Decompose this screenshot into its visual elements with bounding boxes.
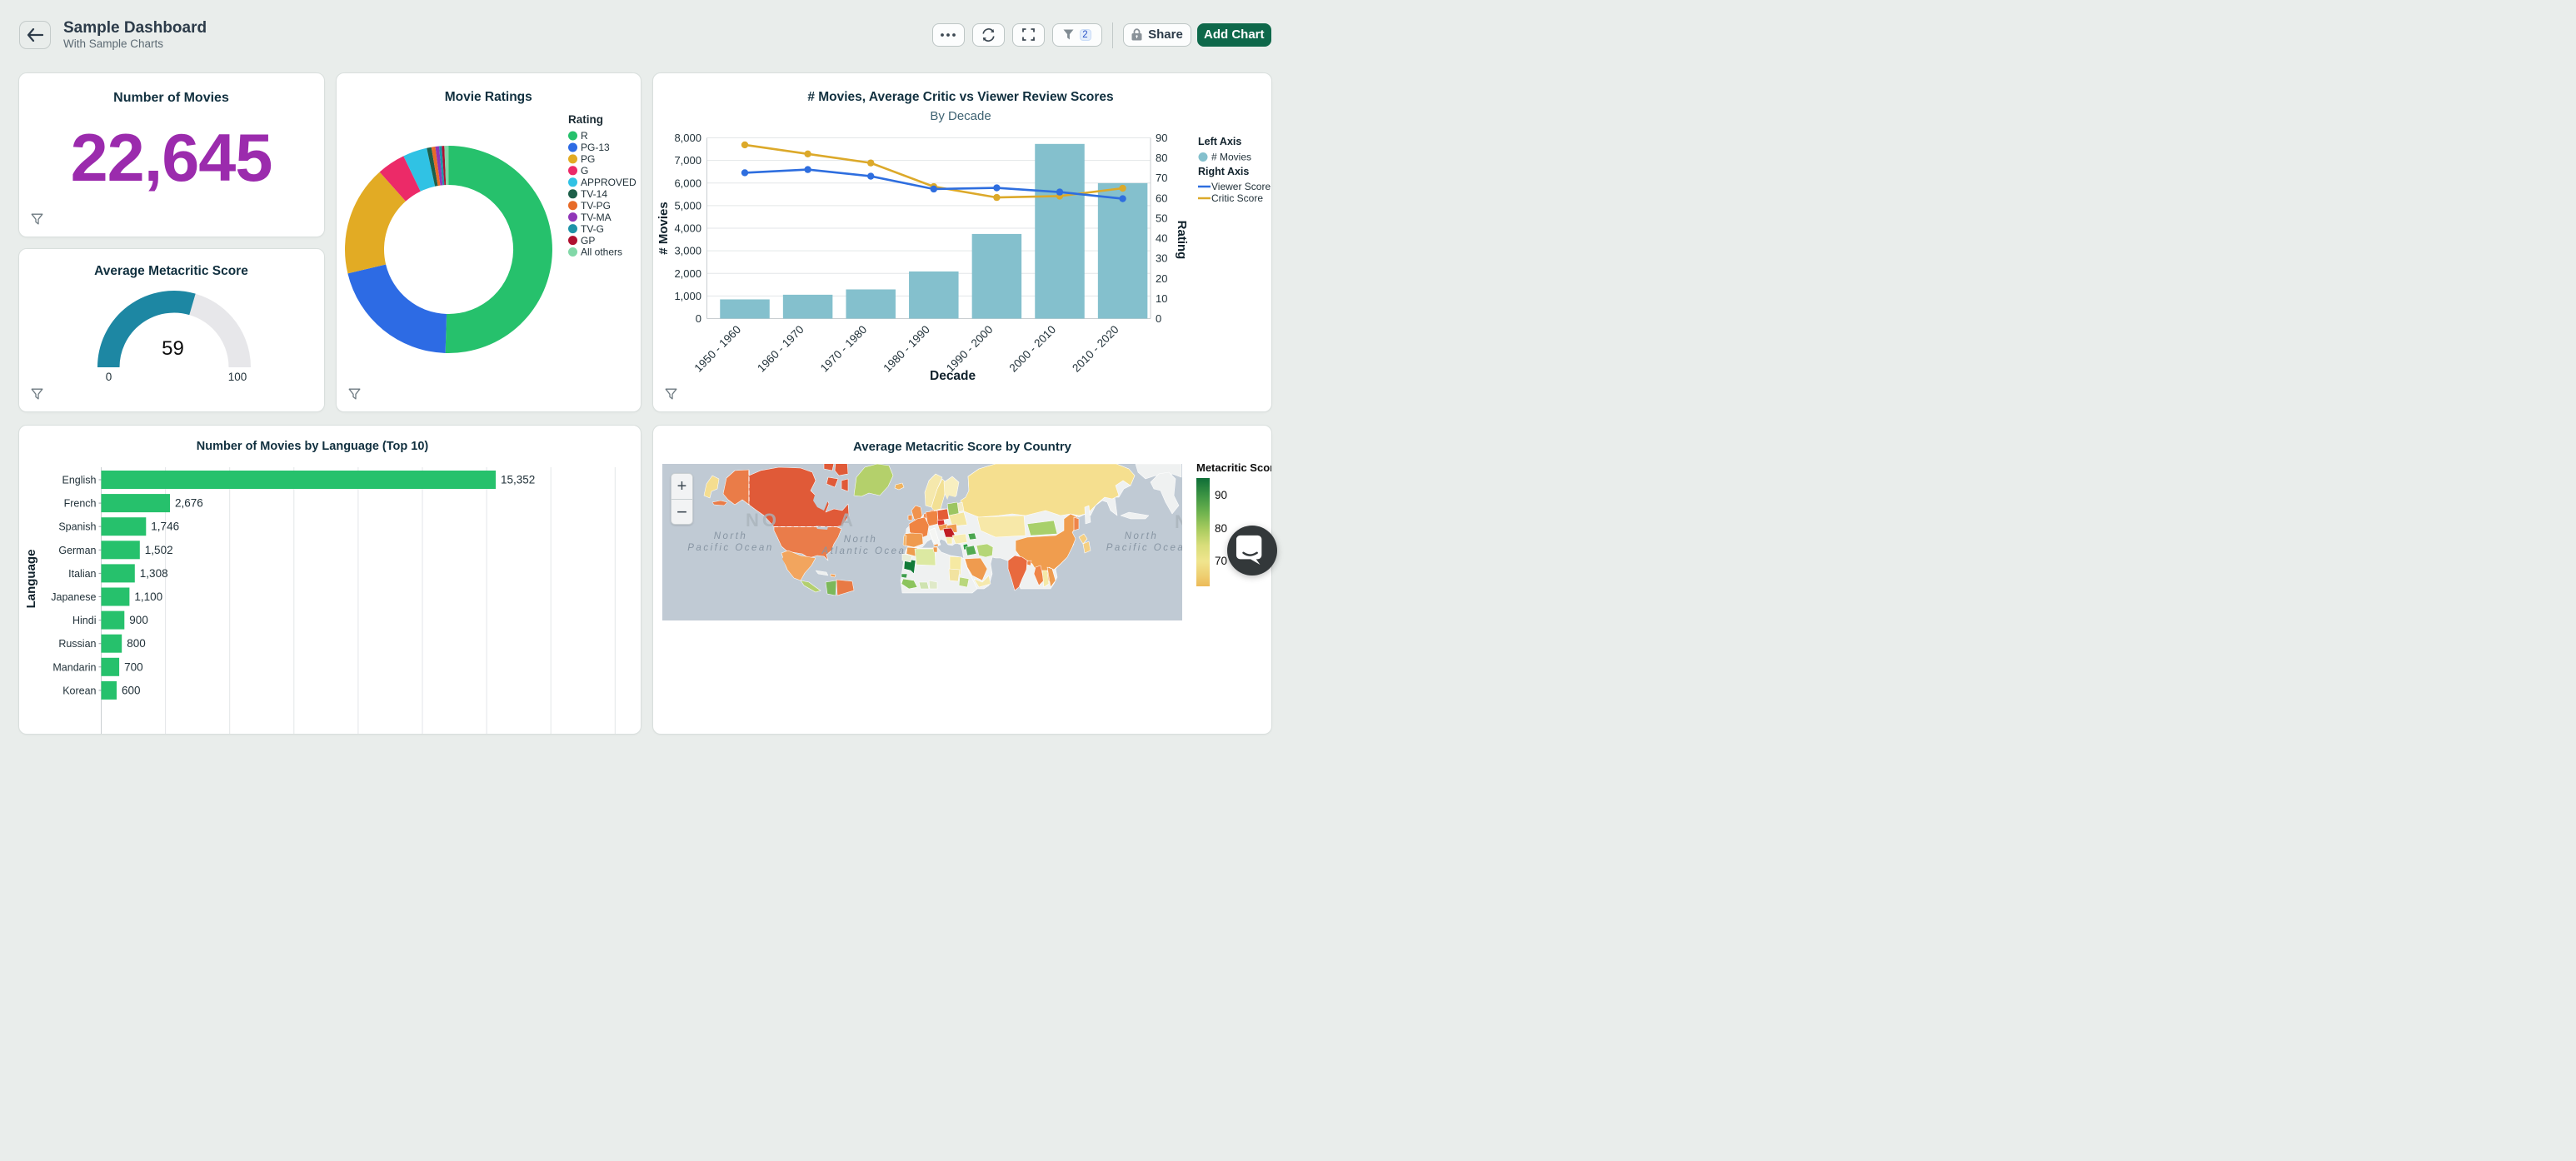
- svg-text:1960 - 1970: 1960 - 1970: [755, 323, 806, 375]
- svg-text:100: 100: [227, 371, 247, 383]
- svg-text:2000 - 2010: 2000 - 2010: [1007, 323, 1059, 375]
- svg-text:15,352: 15,352: [501, 473, 535, 486]
- svg-text:Pacific Ocean: Pacific Ocean: [687, 543, 773, 553]
- svg-text:Russian: Russian: [58, 638, 96, 650]
- svg-text:Pacific Ocea: Pacific Ocea: [1106, 543, 1181, 553]
- svg-text:GP: GP: [581, 234, 595, 246]
- svg-text:1,000: 1,000: [674, 289, 701, 301]
- svg-text:1980 - 1990: 1980 - 1990: [881, 323, 932, 375]
- svg-text:59: 59: [162, 337, 184, 360]
- svg-text:7,000: 7,000: [674, 154, 701, 167]
- svg-text:Rating: Rating: [568, 113, 603, 126]
- svg-text:R: R: [581, 130, 588, 142]
- svg-text:N: N: [1175, 511, 1182, 532]
- svg-text:# Movies: # Movies: [1211, 151, 1251, 162]
- svg-text:Atlantic Ocea: Atlantic Ocea: [821, 546, 906, 556]
- svg-text:Italian: Italian: [68, 567, 96, 579]
- svg-text:40: 40: [1156, 232, 1167, 244]
- svg-text:North: North: [843, 535, 877, 545]
- svg-text:5,000: 5,000: [674, 199, 701, 212]
- svg-text:1990 - 2000: 1990 - 2000: [944, 323, 996, 375]
- svg-text:TV-MA: TV-MA: [581, 211, 612, 222]
- svg-text:G: G: [581, 165, 588, 177]
- svg-text:3,000: 3,000: [674, 244, 701, 257]
- svg-text:# Movies, Average Critic vs Vi: # Movies, Average Critic vs Viewer Revie…: [807, 90, 1113, 104]
- svg-text:1,308: 1,308: [140, 566, 168, 579]
- svg-text:4,000: 4,000: [674, 222, 701, 234]
- svg-text:70: 70: [1156, 172, 1167, 184]
- svg-text:Decade: Decade: [930, 369, 976, 383]
- svg-text:700: 700: [124, 660, 143, 673]
- svg-text:8,000: 8,000: [674, 132, 701, 144]
- svg-text:Number of Movies by Language (: Number of Movies by Language (Top 10): [197, 440, 429, 453]
- svg-text:TV-G: TV-G: [581, 222, 604, 234]
- svg-text:French: French: [64, 497, 97, 509]
- svg-text:Rating: Rating: [1175, 220, 1189, 259]
- svg-text:90: 90: [1156, 132, 1167, 144]
- svg-text:2,676: 2,676: [175, 496, 203, 509]
- svg-text:English: English: [62, 474, 97, 486]
- svg-text:Left Axis: Left Axis: [1198, 136, 1241, 147]
- svg-text:Korean: Korean: [62, 685, 96, 696]
- svg-text:Critic Score: Critic Score: [1211, 192, 1263, 204]
- svg-text:A: A: [840, 510, 853, 531]
- svg-text:Hindi: Hindi: [72, 615, 97, 626]
- svg-text:1,100: 1,100: [134, 590, 162, 603]
- svg-text:900: 900: [129, 614, 148, 626]
- svg-text:Mandarin: Mandarin: [52, 661, 96, 673]
- svg-text:North: North: [1124, 531, 1158, 541]
- svg-text:6,000: 6,000: [674, 177, 701, 189]
- svg-text:German: German: [58, 544, 96, 556]
- svg-text:1,502: 1,502: [145, 543, 173, 556]
- svg-text:NO: NO: [746, 510, 780, 531]
- svg-text:Viewer Score: Viewer Score: [1211, 181, 1271, 192]
- svg-text:Right Axis: Right Axis: [1198, 166, 1249, 177]
- svg-text:Language: Language: [24, 549, 38, 608]
- svg-text:0: 0: [696, 312, 701, 325]
- svg-text:2,000: 2,000: [674, 267, 701, 279]
- svg-text:TV-PG: TV-PG: [581, 199, 611, 211]
- svg-text:By Decade: By Decade: [930, 109, 991, 123]
- svg-text:30: 30: [1156, 252, 1167, 264]
- svg-text:1970 - 1980: 1970 - 1980: [818, 323, 870, 375]
- svg-text:Spanish: Spanish: [58, 521, 96, 532]
- svg-text:PG: PG: [581, 153, 595, 165]
- svg-text:North: North: [713, 531, 747, 541]
- svg-text:APPROVED: APPROVED: [581, 177, 637, 188]
- svg-text:10: 10: [1156, 291, 1167, 304]
- svg-text:All others: All others: [581, 246, 622, 257]
- svg-text:PG-13: PG-13: [581, 142, 610, 153]
- svg-text:0: 0: [1156, 312, 1161, 325]
- svg-text:50: 50: [1156, 212, 1167, 224]
- svg-text:1,746: 1,746: [151, 520, 179, 532]
- svg-text:TV-14: TV-14: [581, 187, 607, 199]
- svg-text:600: 600: [122, 684, 141, 696]
- svg-text:0: 0: [105, 371, 112, 383]
- svg-text:Japanese: Japanese: [51, 591, 96, 603]
- svg-text:# Movies: # Movies: [656, 202, 671, 254]
- svg-text:60: 60: [1156, 192, 1167, 204]
- svg-text:80: 80: [1156, 152, 1167, 164]
- svg-text:20: 20: [1156, 272, 1167, 284]
- svg-text:2010 - 2020: 2010 - 2020: [1070, 323, 1121, 375]
- svg-text:800: 800: [127, 637, 146, 650]
- svg-text:1950 - 1960: 1950 - 1960: [692, 323, 744, 375]
